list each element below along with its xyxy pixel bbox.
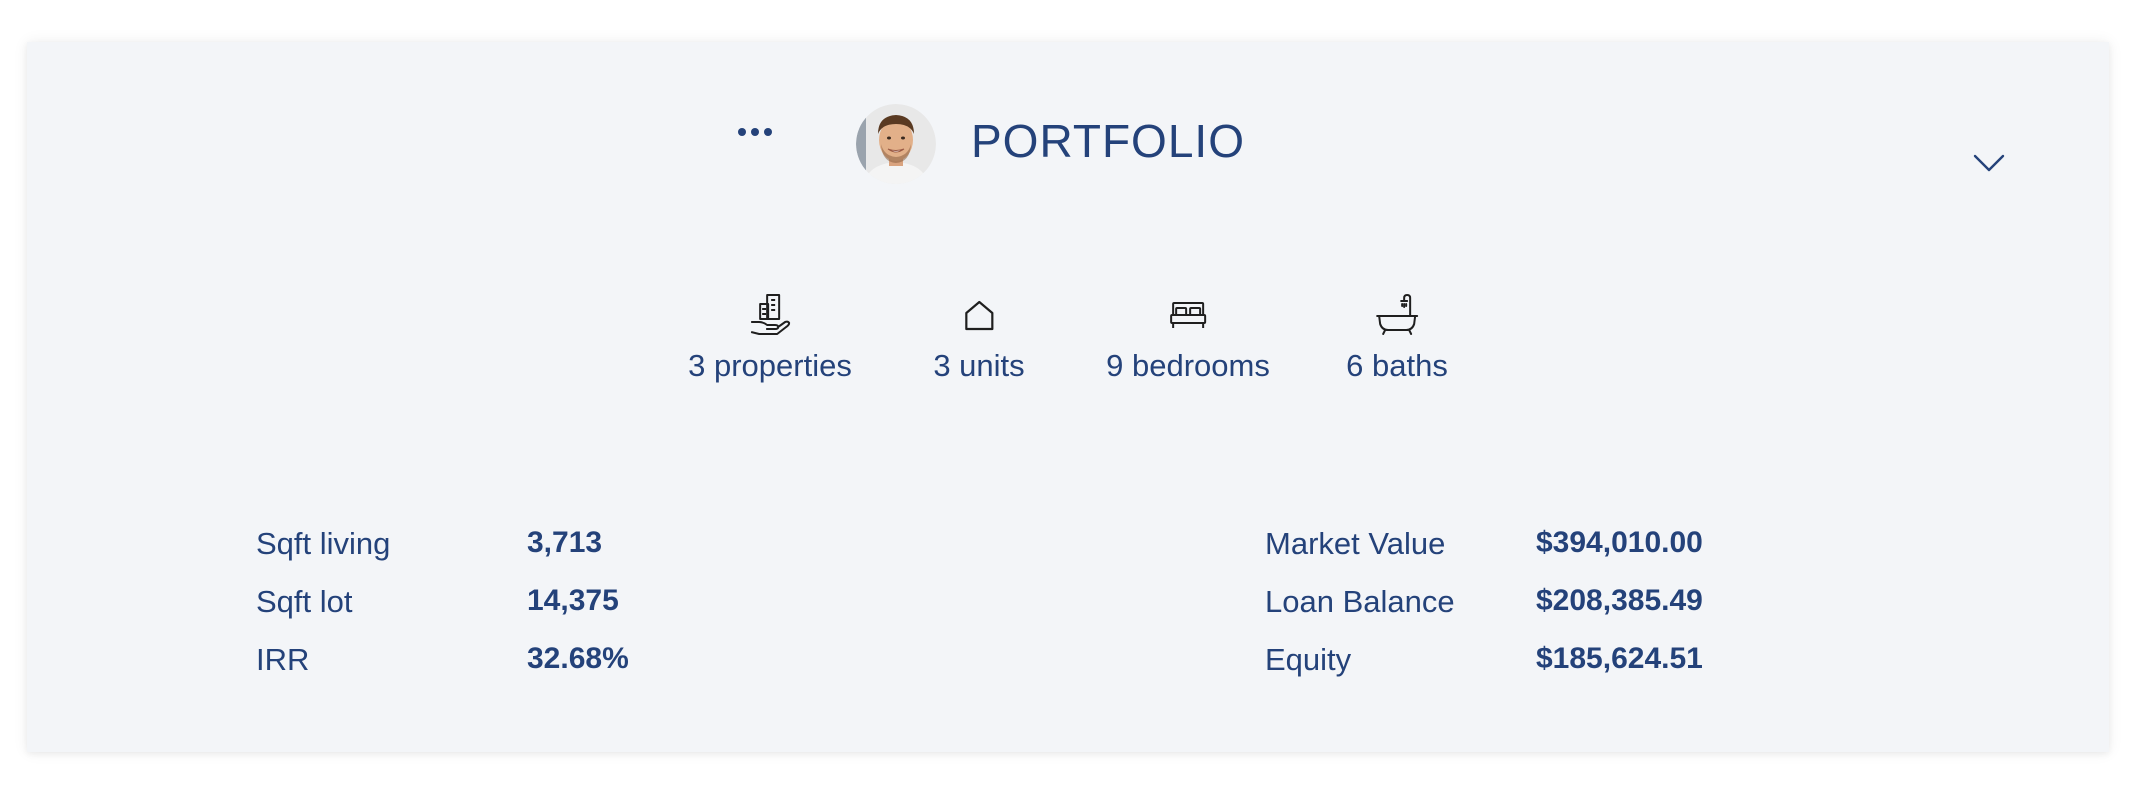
more-dot [751,128,759,136]
stat-units: 3 units [933,292,1025,384]
more-dot [764,128,772,136]
more-options-button[interactable] [727,114,783,150]
stat-label: 3 units [933,348,1025,383]
portfolio-card: PORTFOLIO 3 properties 3 units 9 bedroom… [27,42,2109,752]
avatar [856,104,936,184]
stat-label: 3 properties [688,348,852,383]
detail-label-irr: IRR [256,642,310,677]
detail-label-equity: Equity [1265,642,1352,677]
detail-label-loan-balance: Loan Balance [1265,584,1455,619]
detail-value-irr: 32.68% [527,642,629,675]
detail-label-market-value: Market Value [1265,526,1446,561]
page-title: PORTFOLIO [971,115,1245,167]
more-dot [738,128,746,136]
detail-value-loan-balance: $208,385.49 [1536,584,1703,617]
detail-value-equity: $185,624.51 [1536,642,1703,675]
detail-value-sqft-living: 3,713 [527,526,603,559]
detail-label-sqft-lot: Sqft lot [256,584,353,619]
bed-icon [1163,292,1213,338]
stat-bedrooms: 9 bedrooms [1106,292,1270,384]
bathtub-icon [1372,292,1422,338]
building-hand-icon [745,292,795,338]
stat-label: 6 baths [1346,348,1448,383]
stat-baths: 6 baths [1346,292,1448,384]
detail-value-market-value: $394,010.00 [1536,526,1703,559]
detail-value-sqft-lot: 14,375 [527,584,619,617]
stat-label: 9 bedrooms [1106,348,1270,383]
collapse-button[interactable] [1971,150,2007,176]
house-icon [954,292,1004,338]
stat-properties: 3 properties [688,292,852,384]
avatar-photo [856,104,936,184]
chevron-down-icon [1973,154,2005,172]
detail-label-sqft-living: Sqft living [256,526,391,561]
